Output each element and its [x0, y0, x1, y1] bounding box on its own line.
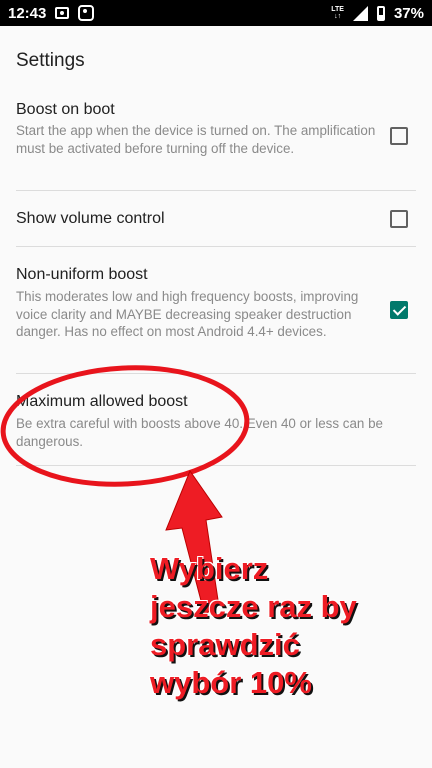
page-title: Settings — [16, 50, 85, 71]
signal-icon — [352, 5, 368, 21]
screenshot-notification-icon — [55, 7, 70, 19]
annotation-line: Wybierz — [150, 551, 269, 586]
pref-title: Non-uniform boost — [16, 266, 148, 283]
pref-show-volume-control[interactable]: Show volume control — [0, 191, 432, 246]
annotation-text: Wybierz jeszcze raz by sprawdzić wybór 1… — [150, 550, 420, 702]
pref-maximum-allowed-boost[interactable]: Maximum allowed boost Be extra careful w… — [0, 374, 432, 465]
pref-summary: Start the app when the device is turned … — [16, 123, 376, 156]
pref-title: Boost on boot — [16, 101, 115, 118]
boost-on-boot-checkbox[interactable] — [390, 127, 408, 145]
pref-boost-on-boot[interactable]: Boost on boot Start the app when the dev… — [0, 92, 432, 190]
annotation-line: wybór 10% — [150, 665, 312, 700]
lte-icon: LTE ↓↑ — [331, 6, 344, 20]
show-volume-control-checkbox[interactable] — [390, 210, 408, 228]
annotation-line: jeszcze raz by — [150, 589, 357, 624]
non-uniform-boost-checkbox[interactable] — [390, 301, 408, 319]
clock: 12:43 — [8, 4, 47, 22]
pref-non-uniform-boost[interactable]: Non-uniform boost This moderates low and… — [0, 247, 432, 373]
battery-icon — [376, 5, 385, 21]
pref-summary: Be extra careful with boosts above 40. E… — [16, 416, 383, 449]
annotation-line: sprawdzić — [150, 627, 300, 662]
battery-percent: 37% — [393, 4, 424, 22]
divider — [16, 465, 416, 466]
status-bar: 12:43 LTE ↓↑ 37% — [0, 0, 432, 26]
camera-notification-icon — [78, 5, 95, 21]
pref-summary: This moderates low and high frequency bo… — [16, 289, 359, 339]
pref-title: Maximum allowed boost — [16, 393, 188, 410]
pref-title: Show volume control — [16, 210, 165, 227]
